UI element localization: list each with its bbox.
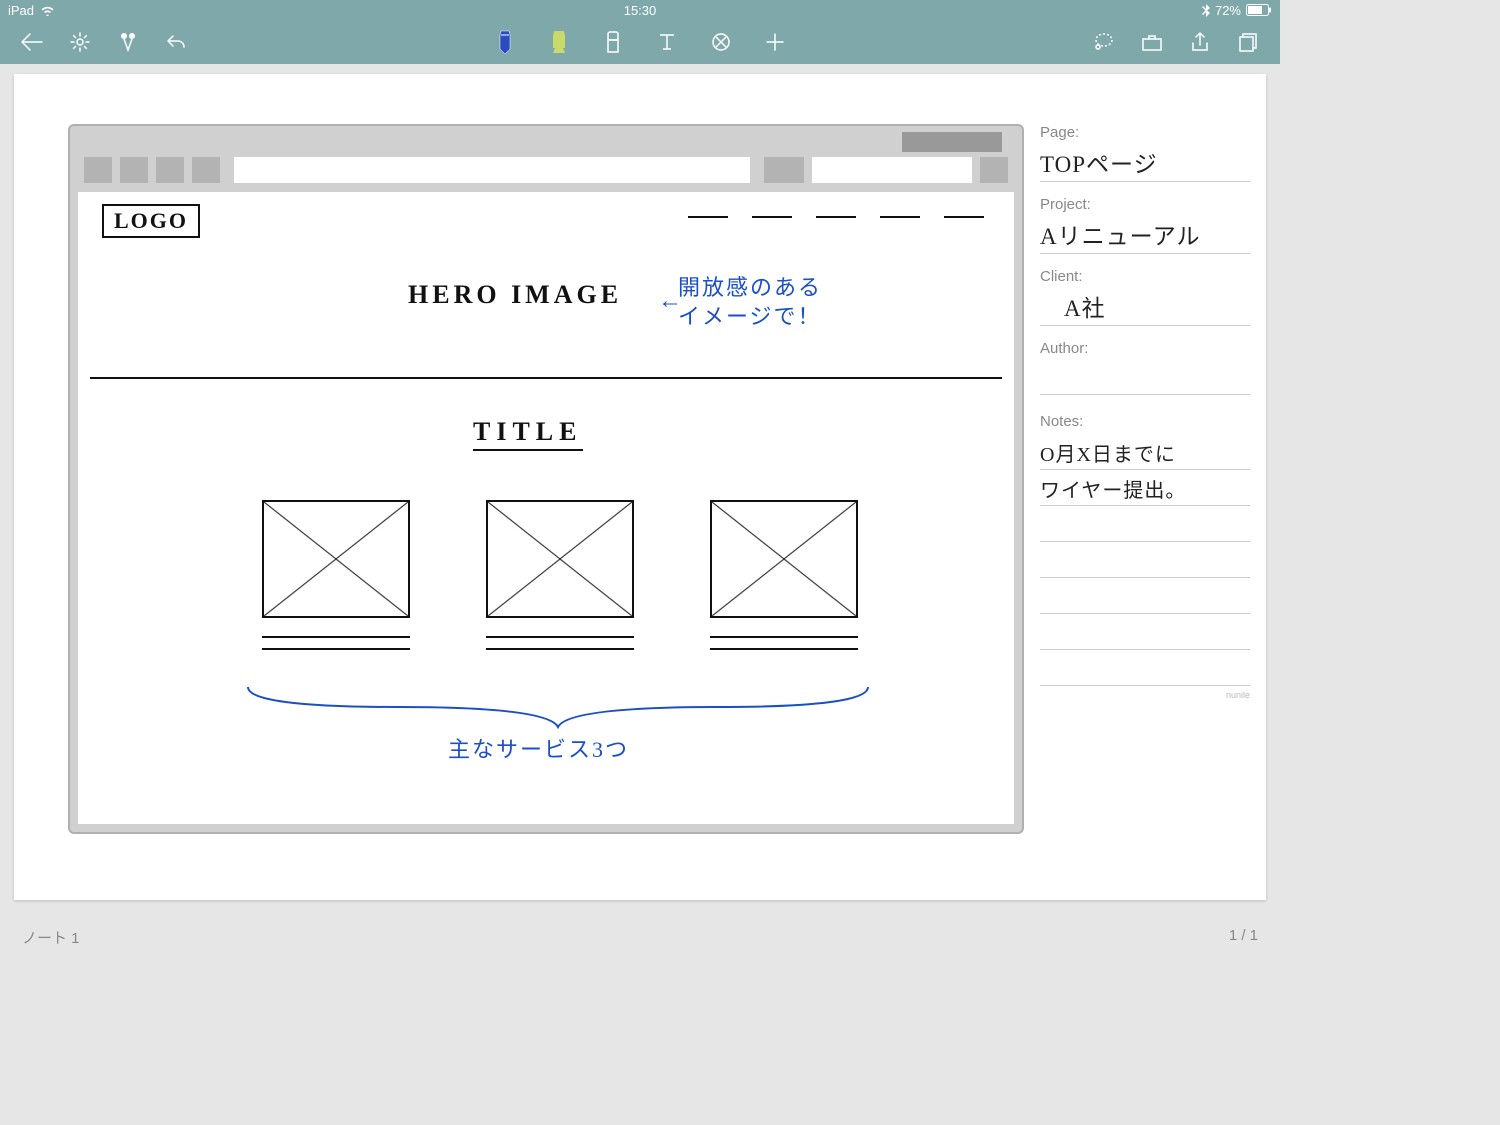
client-label: Client: bbox=[1040, 268, 1250, 285]
canvas[interactable]: LOGO HERO IMAGE ← 開放感のある イメージで！ TITLE bbox=[14, 74, 1040, 900]
notes-label: Notes: bbox=[1040, 413, 1250, 430]
text-tool[interactable] bbox=[655, 30, 679, 54]
project-label: Project: bbox=[1040, 196, 1250, 213]
clock: 15:30 bbox=[624, 3, 657, 18]
notes-line[interactable] bbox=[1040, 650, 1250, 686]
title-label: TITLE bbox=[473, 417, 583, 451]
image-placeholder bbox=[710, 500, 858, 618]
undo-button[interactable] bbox=[164, 30, 188, 54]
notes-line[interactable] bbox=[1040, 578, 1250, 614]
highlighter-tool[interactable] bbox=[547, 30, 571, 54]
library-button[interactable] bbox=[1140, 30, 1164, 54]
shape-tool[interactable] bbox=[709, 30, 733, 54]
hero-annotation: 開放感のある イメージで！ bbox=[678, 274, 822, 331]
image-placeholder bbox=[486, 500, 634, 618]
services-annotation: 主なサービス3つ bbox=[448, 732, 629, 764]
settings-button[interactable] bbox=[68, 30, 92, 54]
page-field[interactable]: TOPページ bbox=[1040, 145, 1250, 182]
author-field[interactable] bbox=[1040, 361, 1250, 395]
lasso-button[interactable] bbox=[1092, 30, 1116, 54]
wireframe-content: LOGO HERO IMAGE ← 開放感のある イメージで！ TITLE bbox=[78, 192, 1014, 824]
paper[interactable]: LOGO HERO IMAGE ← 開放感のある イメージで！ TITLE bbox=[14, 74, 1266, 900]
app-toolbar bbox=[0, 20, 1280, 64]
device-label: iPad bbox=[8, 3, 34, 18]
divider bbox=[90, 377, 1002, 379]
back-button[interactable] bbox=[20, 30, 44, 54]
wifi-icon bbox=[40, 5, 55, 16]
status-bar: iPad 15:30 72% bbox=[0, 0, 1280, 20]
hero-label: HERO IMAGE bbox=[408, 280, 622, 310]
page-counter: 1 / 1 bbox=[1229, 927, 1258, 948]
page-label: Page: bbox=[1040, 124, 1250, 141]
battery-icon bbox=[1246, 4, 1272, 16]
brace-annotation bbox=[238, 682, 878, 732]
image-placeholder bbox=[262, 500, 410, 618]
notes-line[interactable] bbox=[1040, 542, 1250, 578]
notes-line[interactable] bbox=[1040, 506, 1250, 542]
author-label: Author: bbox=[1040, 340, 1250, 357]
metadata-panel: Page: TOPページ Project: Aリニューアル Client: A社… bbox=[1040, 74, 1266, 900]
pages-button[interactable] bbox=[1236, 30, 1260, 54]
notes-line[interactable] bbox=[1040, 614, 1250, 650]
logo-placeholder: LOGO bbox=[102, 204, 200, 238]
nav-placeholder bbox=[688, 216, 984, 218]
page-area: LOGO HERO IMAGE ← 開放感のある イメージで！ TITLE bbox=[0, 64, 1280, 960]
note-name: ノート 1 bbox=[22, 927, 80, 948]
tools-button[interactable] bbox=[116, 30, 140, 54]
client-field[interactable]: A社 bbox=[1040, 289, 1250, 326]
template-credit: nunile bbox=[1040, 690, 1250, 700]
bluetooth-icon bbox=[1202, 4, 1210, 17]
share-button[interactable] bbox=[1188, 30, 1212, 54]
pen-tool[interactable] bbox=[493, 30, 517, 54]
notes-line[interactable]: O月X日までに bbox=[1040, 434, 1250, 470]
add-tool[interactable] bbox=[763, 30, 787, 54]
notes-line[interactable]: ワイヤー提出。 bbox=[1040, 470, 1250, 506]
browser-wireframe: LOGO HERO IMAGE ← 開放感のある イメージで！ TITLE bbox=[68, 124, 1024, 834]
project-field[interactable]: Aリニューアル bbox=[1040, 217, 1250, 254]
footer: ノート 1 1 / 1 bbox=[22, 927, 1258, 948]
card-row bbox=[262, 500, 858, 660]
battery-percent: 72% bbox=[1215, 3, 1241, 18]
eraser-tool[interactable] bbox=[601, 30, 625, 54]
